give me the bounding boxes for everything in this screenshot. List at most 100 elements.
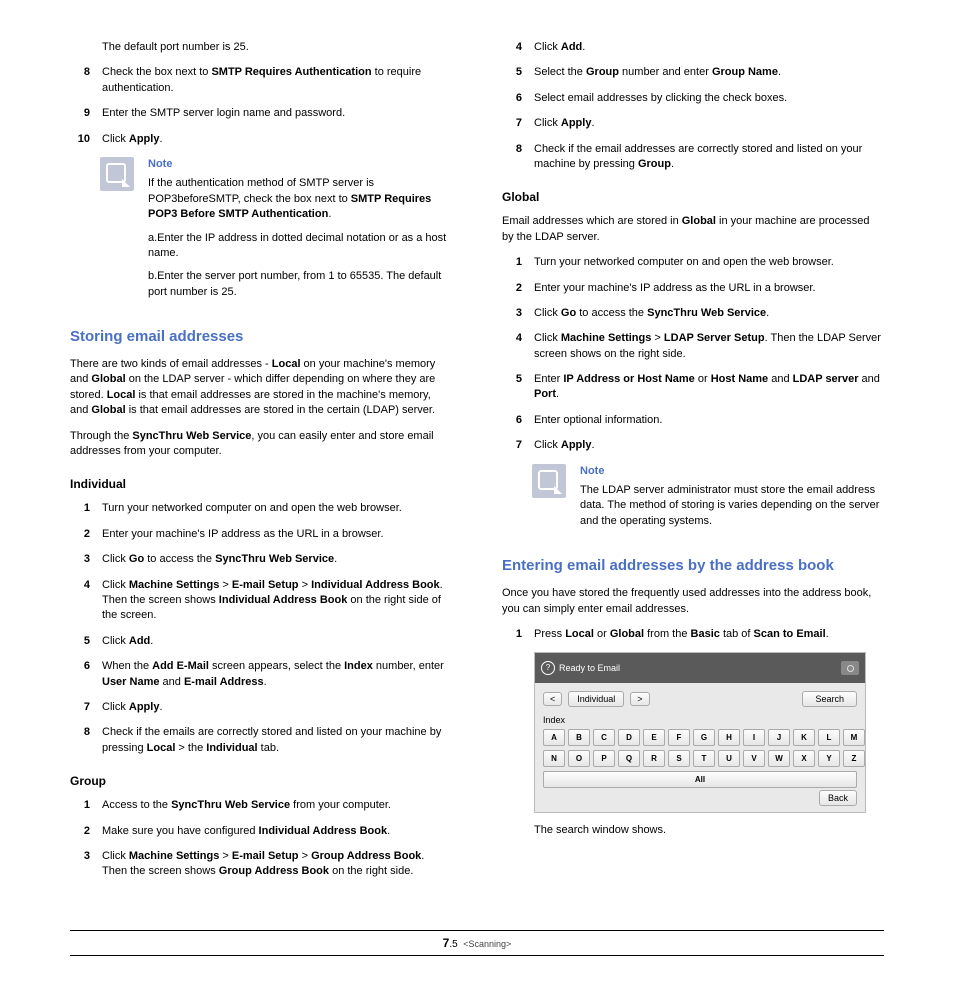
smtp-step-10: 10 Click Apply.: [70, 132, 452, 147]
ind-step-7: 7Click Apply.: [70, 700, 452, 715]
after-shot-text: The search window shows.: [534, 823, 884, 838]
grp-step-3: 3Click Machine Settings > E-mail Setup >…: [70, 849, 452, 880]
search-button[interactable]: Search: [802, 691, 857, 707]
index-key[interactable]: N: [543, 750, 565, 767]
help-icon: ?: [541, 661, 555, 675]
smtp-step-8: 8 Check the box next to SMTP Requires Au…: [70, 65, 452, 96]
heading-entering-email: Entering email addresses by the address …: [502, 557, 884, 574]
ind-step-8: 8Check if the emails are correctly store…: [70, 725, 452, 756]
global-intro: Email addresses which are stored in Glob…: [502, 214, 884, 245]
index-key[interactable]: C: [593, 729, 615, 746]
default-port-para: The default port number is 25.: [102, 40, 452, 55]
ind-step-5: 5Click Add.: [70, 634, 452, 649]
cont-step-5: 5Select the Group number and enter Group…: [502, 65, 884, 80]
glo-step-1: 1Turn your networked computer on and ope…: [502, 255, 884, 270]
individual-pill[interactable]: Individual: [568, 691, 624, 707]
index-key[interactable]: Q: [618, 750, 640, 767]
storing-para-2: Through the SyncThru Web Service, you ca…: [70, 429, 452, 460]
note-body: Note If the authentication method of SMT…: [148, 157, 452, 308]
prev-arrow-button[interactable]: <: [543, 692, 562, 706]
index-key[interactable]: J: [768, 729, 790, 746]
index-key[interactable]: D: [618, 729, 640, 746]
index-key[interactable]: W: [768, 750, 790, 767]
index-key[interactable]: M: [843, 729, 865, 746]
index-key[interactable]: X: [793, 750, 815, 767]
screenshot-body: < Individual > Search Index ABCDEFGHIJKL…: [535, 683, 865, 812]
ent-step-1: 1Press Local or Global from the Basic ta…: [502, 627, 884, 642]
index-key[interactable]: Y: [818, 750, 840, 767]
heading-global: Global: [502, 190, 884, 204]
index-key[interactable]: F: [668, 729, 690, 746]
heading-group: Group: [70, 774, 452, 788]
step-number: 8: [70, 65, 90, 80]
note-icon: [100, 157, 134, 191]
key-all[interactable]: All: [543, 771, 857, 788]
glo-step-2: 2Enter your machine's IP address as the …: [502, 281, 884, 296]
cont-step-4: 4Click Add.: [502, 40, 884, 55]
index-key[interactable]: I: [743, 729, 765, 746]
note-sub-b: b.Enter the server port number, from 1 t…: [148, 269, 452, 300]
index-key[interactable]: B: [568, 729, 590, 746]
ind-step-6: 6When the Add E-Mail screen appears, sel…: [70, 659, 452, 690]
index-key-row-all: All: [543, 771, 857, 788]
grp-step-1: 1Access to the SyncThru Web Service from…: [70, 798, 452, 813]
index-key[interactable]: K: [793, 729, 815, 746]
note-title: Note: [580, 464, 884, 479]
page-section: <Scanning>: [463, 939, 511, 949]
note-block: Note If the authentication method of SMT…: [100, 157, 452, 308]
index-key[interactable]: T: [693, 750, 715, 767]
note-block-ldap: Note The LDAP server administrator must …: [532, 464, 884, 538]
index-key[interactable]: Z: [843, 750, 865, 767]
index-label: Index: [543, 715, 857, 725]
ind-step-4: 4Click Machine Settings > E-mail Setup >…: [70, 578, 452, 624]
index-key-row-1: ABCDEFGHIJKLM: [543, 729, 857, 746]
right-column: 4Click Add. 5Select the Group number and…: [502, 40, 884, 890]
next-arrow-button[interactable]: >: [630, 692, 649, 706]
heading-individual: Individual: [70, 477, 452, 491]
left-column: The default port number is 25. 8 Check t…: [70, 40, 452, 890]
cont-step-8: 8Check if the email addresses are correc…: [502, 142, 884, 173]
cont-step-6: 6Select email addresses by clicking the …: [502, 91, 884, 106]
step-number: 10: [70, 132, 90, 147]
entering-intro: Once you have stored the frequently used…: [502, 586, 884, 617]
index-key[interactable]: O: [568, 750, 590, 767]
note-text: If the authentication method of SMTP ser…: [148, 176, 452, 222]
note-text: The LDAP server administrator must store…: [580, 483, 884, 529]
index-key[interactable]: P: [593, 750, 615, 767]
index-key[interactable]: E: [643, 729, 665, 746]
index-key[interactable]: R: [643, 750, 665, 767]
glo-step-4: 4Click Machine Settings > LDAP Server Se…: [502, 331, 884, 362]
ind-step-2: 2Enter your machine's IP address as the …: [70, 527, 452, 542]
heading-storing-email: Storing email addresses: [70, 328, 452, 345]
screenshot-titlebar: ? Ready to Email: [535, 653, 865, 683]
ind-step-1: 1Turn your networked computer on and ope…: [70, 501, 452, 516]
smtp-step-9: 9 Enter the SMTP server login name and p…: [70, 106, 452, 121]
index-key[interactable]: U: [718, 750, 740, 767]
index-key-row-2: NOPQRSTUVWXYZ: [543, 750, 857, 767]
page-footer: 7.5 <Scanning>: [70, 930, 884, 956]
note-title: Note: [148, 157, 452, 172]
index-key[interactable]: V: [743, 750, 765, 767]
index-key[interactable]: G: [693, 729, 715, 746]
index-key[interactable]: L: [818, 729, 840, 746]
index-key[interactable]: A: [543, 729, 565, 746]
ind-step-3: 3Click Go to access the SyncThru Web Ser…: [70, 552, 452, 567]
back-button[interactable]: Back: [819, 790, 857, 806]
index-key[interactable]: H: [718, 729, 740, 746]
glo-step-7: 7Click Apply.: [502, 438, 884, 453]
glo-step-5: 5Enter IP Address or Host Name or Host N…: [502, 372, 884, 403]
note-body: Note The LDAP server administrator must …: [580, 464, 884, 538]
note-icon: [532, 464, 566, 498]
address-book-screenshot: ? Ready to Email < Individual > Search I…: [534, 652, 866, 813]
cont-step-7: 7Click Apply.: [502, 116, 884, 131]
step-number: 9: [70, 106, 90, 121]
glo-step-3: 3Click Go to access the SyncThru Web Ser…: [502, 306, 884, 321]
grp-step-2: 2Make sure you have configured Individua…: [70, 824, 452, 839]
storing-para-1: There are two kinds of email addresses -…: [70, 357, 452, 419]
glo-step-6: 6Enter optional information.: [502, 413, 884, 428]
index-key[interactable]: S: [668, 750, 690, 767]
page-number-sub: .5: [449, 939, 457, 950]
screenshot-title: Ready to Email: [559, 663, 620, 673]
status-icon: [841, 661, 859, 675]
note-sub-a: a.Enter the IP address in dotted decimal…: [148, 231, 452, 262]
